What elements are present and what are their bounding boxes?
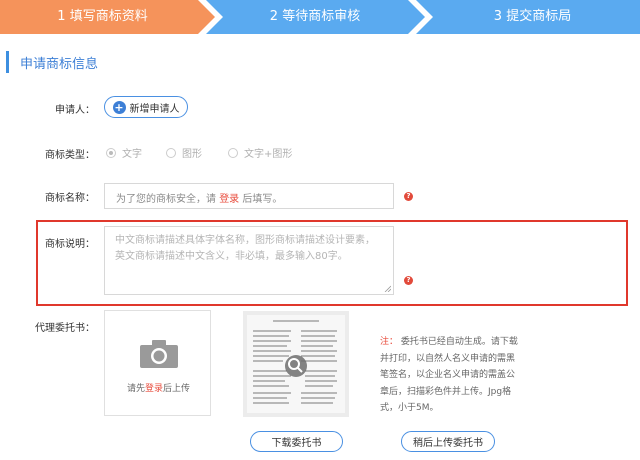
- zoom-icon: [285, 355, 307, 377]
- progress-steps: 1 填写商标资料 2 等待商标审核 3 提交商标局: [0, 0, 640, 34]
- add-applicant-label: 新增申请人: [129, 103, 180, 115]
- note-prefix: 注：: [380, 337, 399, 347]
- step-3-label: 3 提交商标局: [493, 9, 572, 24]
- document-preview-image: [243, 311, 349, 417]
- download-proxy-label: 下载委托书: [271, 438, 322, 449]
- type-option-text-graphic-label: 文字+图形: [244, 149, 293, 160]
- name-placeholder-prefix: 为了您的商标安全，请: [116, 194, 216, 205]
- proxy-document-thumbnail[interactable]: [243, 311, 349, 417]
- upload-prefix: 请先: [126, 384, 145, 394]
- applicant-label: 申请人：: [55, 105, 95, 116]
- resize-handle-icon[interactable]: [384, 285, 391, 292]
- description-textarea[interactable]: 中文商标请描述具体字体名称，图形商标请描述设计要素， 英文商标请描述中文含义，非…: [104, 226, 394, 295]
- name-login-link[interactable]: 登录: [219, 194, 239, 205]
- step-2-label: 2 等待商标审核: [269, 9, 361, 24]
- radio-icon: [166, 147, 176, 158]
- upload-login-link[interactable]: 登录: [145, 384, 163, 394]
- download-proxy-button[interactable]: 下载委托书: [250, 431, 343, 452]
- step-1-label: 1 填写商标资料: [57, 9, 148, 24]
- proxy-note: 注： 委托书已经自动生成。请下载并打印，以自然人名义申请的需黑笔签名，以企业名义…: [380, 334, 520, 417]
- note-text: 委托书已经自动生成。请下载并打印，以自然人名义申请的需黑笔签名，以企业名义申请的…: [380, 337, 518, 413]
- radio-icon: [228, 147, 238, 158]
- name-label: 商标名称：: [45, 193, 95, 204]
- proxy-label: 代理委托书：: [35, 323, 95, 334]
- description-label: 商标说明：: [45, 239, 95, 250]
- type-option-text-graphic[interactable]: 文字+图形: [228, 145, 292, 160]
- description-placeholder-line2: 英文商标请描述中文含义，非必填，最多输入80字。: [115, 251, 348, 262]
- type-option-text-label: 文字: [122, 149, 142, 160]
- plus-icon: +: [112, 100, 126, 114]
- radio-checked-icon: [106, 147, 116, 158]
- type-option-graphic-label: 图形: [182, 149, 202, 160]
- section-title: 申请商标信息: [20, 57, 99, 72]
- upload-box[interactable]: 请先登录后上传: [104, 310, 211, 416]
- name-placeholder-suffix: 后填写。: [242, 194, 283, 205]
- help-icon[interactable]: ?: [404, 276, 413, 285]
- upload-later-label: 稍后上传委托书: [413, 438, 483, 449]
- name-input[interactable]: 为了您的商标安全，请 登录 后填写。: [104, 183, 394, 209]
- upload-hint: 请先登录后上传: [105, 381, 212, 394]
- upload-later-button[interactable]: 稍后上传委托书: [401, 431, 495, 452]
- description-placeholder-line1: 中文商标请描述具体字体名称，图形商标请描述设计要素，: [115, 235, 375, 246]
- upload-suffix: 后上传: [163, 384, 191, 394]
- help-icon[interactable]: ?: [404, 192, 413, 201]
- section-accent-bar: [6, 51, 9, 73]
- add-applicant-button[interactable]: + 新增申请人: [104, 96, 188, 118]
- type-label: 商标类型：: [45, 150, 95, 161]
- type-option-graphic[interactable]: 图形: [166, 145, 202, 160]
- camera-icon: [140, 340, 178, 368]
- type-option-text[interactable]: 文字: [106, 145, 142, 160]
